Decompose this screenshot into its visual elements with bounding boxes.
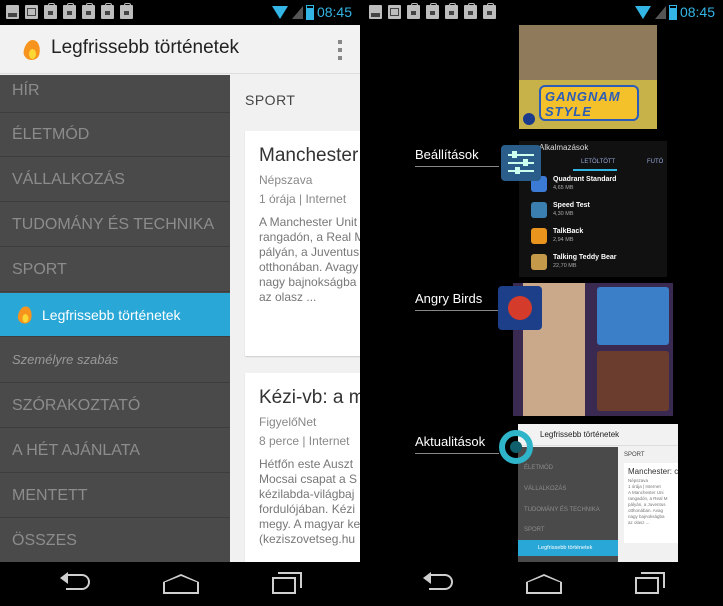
drawer-item-eletmod[interactable]: ÉLETMÓD: [0, 113, 230, 157]
app-row: Talking Teddy Bear 22,70 MB: [519, 251, 667, 276]
signal-icon: [654, 5, 666, 19]
app-row: Quadrant Standard 4,65 MB: [519, 173, 667, 198]
page-title: Legfrissebb történetek: [51, 37, 240, 58]
store-notification-icon: [464, 3, 477, 19]
drawer-item-label: Személyre szabás: [12, 352, 119, 367]
drawer-item-label: Legfrissebb történetek: [42, 307, 181, 323]
wifi-icon: [271, 5, 288, 19]
back-icon[interactable]: [60, 572, 94, 594]
navigation-drawer: HÍR ÉLETMÓD VÁLLALKOZÁS TUDOMÁNY ÉS TECH…: [0, 75, 230, 562]
article-title: Kézi-vb: a mag: [259, 387, 360, 408]
store-notification-icon: [483, 3, 496, 19]
drawer-item-vallalkozas[interactable]: VÁLLALKOZÁS: [0, 158, 230, 202]
drawer-item-label: HÍR: [12, 82, 40, 99]
pause-icon: [523, 113, 535, 125]
article-source: FigyelőNet: [259, 415, 317, 429]
speedtest-icon: [531, 202, 547, 218]
drawer-item-label: MENTETT: [12, 487, 88, 504]
status-time: 08:45: [316, 4, 352, 20]
action-bar: Legfrissebb történetek: [0, 25, 360, 74]
navigation-bar: [0, 562, 360, 606]
article-snippet: A Manchester Unit rangadón, a Real M pál…: [259, 215, 360, 304]
drawer-item-tudomany[interactable]: TUDOMÁNY ÉS TECHNIKA: [0, 203, 230, 247]
drawer-item-szorakoztato[interactable]: SZÓRAKOZTATÓ: [0, 384, 230, 428]
drawer-item-label: SPORT: [12, 261, 67, 278]
drawer-item-label: A HÉT AJÁNLATA: [12, 442, 141, 459]
signal-icon: [291, 5, 303, 19]
recent-app-thumbnail-game[interactable]: GANGNAM STYLE: [519, 25, 657, 129]
overflow-menu-icon[interactable]: [338, 40, 342, 60]
navigation-bar: [363, 562, 723, 606]
drawer-item-sport[interactable]: SPORT: [0, 248, 230, 292]
flame-icon: [17, 305, 32, 325]
store-notification-icon: [407, 3, 420, 19]
drawer-item-mentett[interactable]: MENTETT: [0, 474, 230, 518]
app-row: Speed Test 4,30 MB: [519, 199, 667, 224]
article-card[interactable]: Manchester: c Népszava 1 órája | Interne…: [245, 131, 360, 356]
store-notification-icon: [82, 3, 95, 19]
drawer-item-label: ÖSSZES: [12, 532, 77, 549]
drawer-item-label: ÉLETMÓD: [12, 126, 90, 143]
drawer-item-hir[interactable]: HÍR: [0, 75, 230, 113]
right-phone-screen: 08:45 GANGNAM STYLE Beállítások Alkalmaz…: [363, 0, 723, 606]
back-icon[interactable]: [423, 572, 457, 594]
store-notification-icon: [101, 3, 114, 19]
teddy-bear-icon: [531, 254, 547, 270]
store-notification-icon: [44, 3, 57, 19]
recent-app-thumbnail-news[interactable]: Legfrissebb történetek ÉLETMÓD VÁLLALKOZ…: [518, 424, 678, 562]
store-notification-icon: [63, 3, 76, 19]
news-app-icon[interactable]: [499, 430, 533, 464]
battery-icon: [305, 4, 314, 20]
article-card[interactable]: Kézi-vb: a mag FigyelőNet 8 perce | Inte…: [245, 373, 360, 562]
article-title: Manchester: c: [259, 145, 360, 166]
gallery-notification-icon: [6, 5, 19, 19]
article-meta: 8 perce | Internet: [259, 434, 350, 448]
status-bar: 08:45: [0, 0, 360, 25]
flame-app-icon[interactable]: [23, 38, 41, 62]
home-icon[interactable]: [526, 574, 562, 594]
drawer-item-label: SZÓRAKOZTATÓ: [12, 397, 141, 414]
recent-app-label-news[interactable]: Aktualitások: [415, 434, 500, 454]
recent-app-thumbnail-settings[interactable]: Alkalmazások LETÖLTÖTT FUTÓ Quadrant Sta…: [519, 141, 667, 277]
article-list: SPORT Manchester: c Népszava 1 órája | I…: [231, 75, 360, 562]
store-notification-icon: [426, 3, 439, 19]
angry-birds-icon[interactable]: [498, 286, 542, 330]
drawer-item-szemelyre-szabas[interactable]: Személyre szabás: [0, 339, 230, 383]
drawer-item-a-het-ajanlata[interactable]: A HÉT AJÁNLATA: [0, 429, 230, 473]
article-meta: 1 órája | Internet: [259, 192, 347, 206]
gmail-notification-icon: [25, 5, 38, 19]
status-time: 08:45: [679, 4, 715, 20]
article-snippet: Hétfőn este Auszt Mocsai csapat a S kézi…: [259, 457, 360, 546]
recent-app-label-settings[interactable]: Beállítások: [415, 147, 499, 167]
drawer-item-legfrissebb[interactable]: Legfrissebb történetek: [0, 293, 230, 337]
battery-icon: [668, 4, 677, 20]
store-notification-icon: [445, 3, 458, 19]
section-label: SPORT: [245, 92, 296, 108]
recent-apps-icon[interactable]: [635, 572, 665, 594]
gallery-notification-icon: [369, 5, 382, 19]
game-banner: GANGNAM STYLE: [539, 85, 639, 121]
recent-app-label-angry-birds[interactable]: Angry Birds: [415, 291, 500, 311]
gmail-notification-icon: [388, 5, 401, 19]
app-row: TalkBack 2,94 MB: [519, 225, 667, 250]
drawer-item-osszes[interactable]: ÖSSZES: [0, 519, 230, 562]
article-source: Népszava: [259, 173, 313, 187]
home-icon[interactable]: [163, 574, 199, 594]
talkback-icon: [531, 228, 547, 244]
recent-apps-icon[interactable]: [272, 572, 302, 594]
drawer-item-label: VÁLLALKOZÁS: [12, 171, 125, 188]
settings-icon[interactable]: [501, 145, 541, 181]
wifi-icon: [634, 5, 651, 19]
left-phone-screen: 08:45 Legfrissebb történetek HÍR ÉLETMÓD…: [0, 0, 360, 606]
drawer-item-label: TUDOMÁNY ÉS TECHNIKA: [12, 216, 215, 233]
store-notification-icon: [120, 3, 133, 19]
status-bar: 08:45: [363, 0, 723, 25]
